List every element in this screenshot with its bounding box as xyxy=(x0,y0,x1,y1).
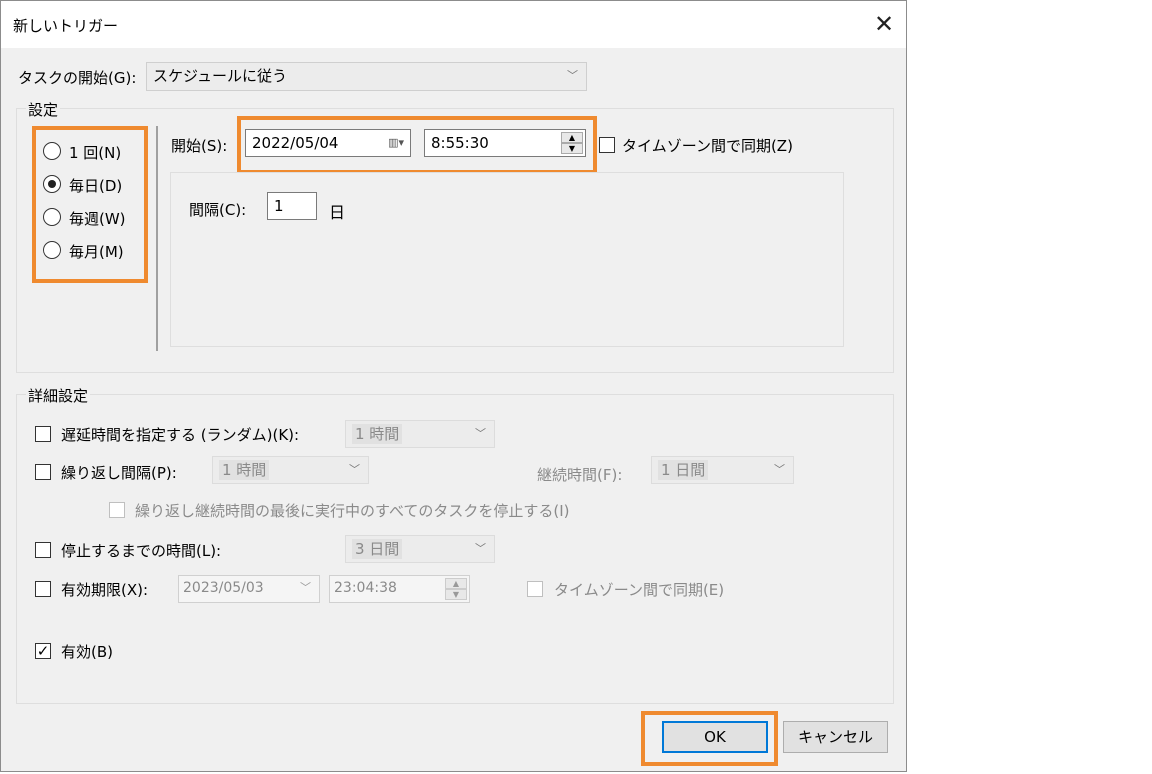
start-date-value: 2022/05/04 xyxy=(252,134,339,152)
delay-value: 1 時間 xyxy=(352,424,403,444)
expire-tz-checkbox[interactable] xyxy=(527,581,543,597)
chevron-down-icon: ﹀ xyxy=(349,463,360,476)
tz-sync-label: タイムゾーン間で同期(Z) xyxy=(622,137,793,155)
stop-running-checkbox[interactable] xyxy=(109,502,125,518)
chevron-down-icon: ﹀ xyxy=(300,581,311,594)
close-icon[interactable]: ✕ xyxy=(873,11,895,37)
radio-daily[interactable] xyxy=(43,175,61,193)
enabled-label: 有効(B) xyxy=(61,643,113,661)
task-start-value: スケジュールに従う xyxy=(153,67,287,85)
task-start-select[interactable]: スケジュールに従う ﹀ xyxy=(146,62,587,91)
delay-label: 遅延時間を指定する (ランダム)(K): xyxy=(61,426,300,444)
expire-checkbox[interactable] xyxy=(35,581,51,597)
radio-monthly[interactable] xyxy=(43,241,61,259)
duration-label: 継続時間(F): xyxy=(537,466,623,484)
chevron-down-icon: ﹀ xyxy=(567,69,578,82)
expire-time-value: 23:04:38 xyxy=(334,580,397,596)
expire-label: 有効期限(X): xyxy=(61,581,149,599)
stop-after-checkbox[interactable] xyxy=(35,542,51,558)
interval-label: 間隔(C): xyxy=(189,201,247,219)
repeat-value: 1 時間 xyxy=(219,460,270,480)
tz-sync-checkbox[interactable] xyxy=(599,137,615,153)
delay-select[interactable]: 1 時間 ﹀ xyxy=(345,420,495,448)
start-time-value: 8:55:30 xyxy=(431,134,489,152)
enabled-checkbox[interactable]: ✓ xyxy=(35,643,51,659)
new-trigger-dialog: 新しいトリガー ✕ タスクの開始(G): スケジュールに従う ﹀ 設定 1 回(… xyxy=(0,0,907,772)
radio-monthly-label: 毎月(M) xyxy=(69,243,124,261)
expire-date-input[interactable]: 2023/05/03 ﹀ xyxy=(178,575,320,603)
stop-after-label: 停止するまでの時間(L): xyxy=(61,542,222,560)
stop-running-label: 繰り返し継続時間の最後に実行中のすべてのタスクを停止する(I) xyxy=(135,502,570,520)
ok-button[interactable]: OK xyxy=(662,721,768,753)
task-start-label: タスクの開始(G): xyxy=(18,69,137,87)
settings-group-title: 設定 xyxy=(26,99,61,120)
chevron-down-icon: ﹀ xyxy=(475,542,486,555)
title-bar: 新しいトリガー ✕ xyxy=(1,1,906,48)
radio-once[interactable] xyxy=(43,142,61,160)
radio-weekly-label: 毎週(W) xyxy=(69,210,126,228)
spin-down-icon[interactable]: ▼ xyxy=(445,589,467,600)
window-title: 新しいトリガー xyxy=(13,17,119,35)
interval-input[interactable]: 1 xyxy=(267,192,317,220)
repeat-checkbox[interactable] xyxy=(35,464,51,480)
spin-down-icon[interactable]: ▼ xyxy=(561,143,583,154)
start-time-input[interactable]: 8:55:30 ▲ ▼ xyxy=(424,129,586,157)
chevron-down-icon: ﹀ xyxy=(774,463,785,476)
stop-after-select[interactable]: 3 日間 ﹀ xyxy=(345,535,495,563)
repeat-select[interactable]: 1 時間 ﹀ xyxy=(212,456,369,484)
spin-up-icon[interactable]: ▲ xyxy=(561,132,583,143)
expire-date-value: 2023/05/03 xyxy=(183,580,264,596)
start-date-input[interactable]: 2022/05/04 ▥▾ xyxy=(245,129,411,157)
interval-unit: 日 xyxy=(329,203,346,222)
calendar-icon[interactable]: ▥▾ xyxy=(388,130,404,156)
start-label: 開始(S): xyxy=(171,137,228,155)
stop-after-value: 3 日間 xyxy=(352,539,403,559)
radio-daily-label: 毎日(D) xyxy=(69,177,123,195)
chevron-down-icon: ﹀ xyxy=(475,427,486,440)
advanced-group-title: 詳細設定 xyxy=(26,385,91,406)
cancel-button[interactable]: キャンセル xyxy=(783,721,888,753)
repeat-label: 繰り返し間隔(P): xyxy=(61,464,177,482)
expire-tz-label: タイムゾーン間で同期(E) xyxy=(554,581,725,599)
delay-checkbox[interactable] xyxy=(35,426,51,442)
interval-value: 1 xyxy=(274,197,284,215)
checkmark-icon: ✓ xyxy=(36,642,50,660)
expire-time-input[interactable]: 23:04:38 ▲ ▼ xyxy=(329,575,470,603)
duration-select[interactable]: 1 日間 ﹀ xyxy=(651,456,794,484)
radio-once-label: 1 回(N) xyxy=(69,144,122,162)
vertical-separator xyxy=(156,126,158,351)
radio-weekly[interactable] xyxy=(43,208,61,226)
spin-up-icon[interactable]: ▲ xyxy=(445,578,467,589)
duration-value: 1 日間 xyxy=(658,460,709,480)
